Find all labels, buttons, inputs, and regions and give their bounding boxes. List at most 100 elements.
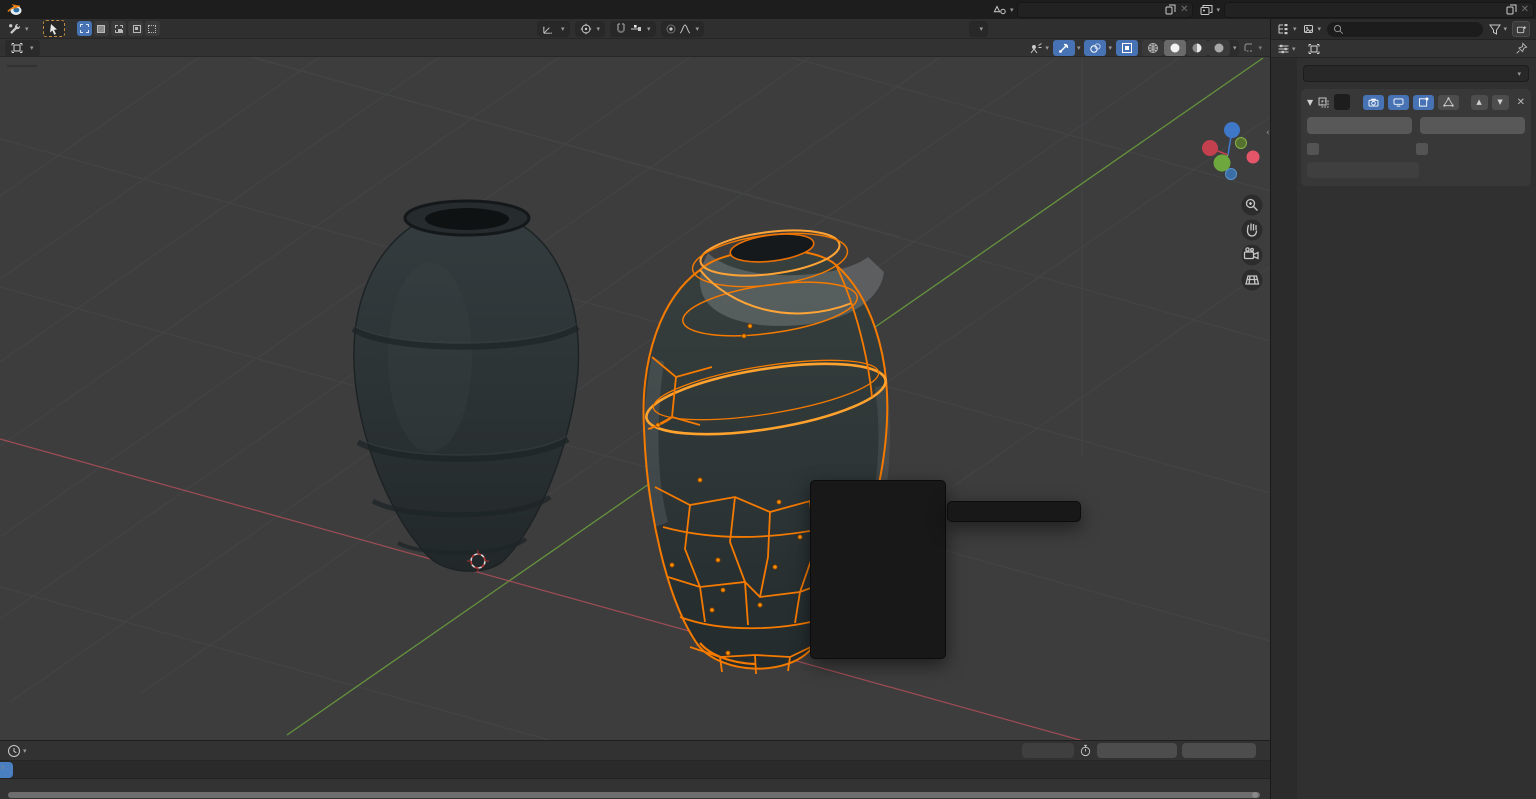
add-modifier-dropdown[interactable]: ▾ (1303, 65, 1529, 82)
active-tool-cursor-icon (49, 23, 59, 35)
snap-controls[interactable]: ▾ (610, 21, 656, 37)
view-layer-name-field[interactable]: ✕ (1224, 2, 1534, 18)
viewport-3d[interactable]: ‹ (0, 57, 1270, 740)
gizmo-x-neg[interactable] (1247, 151, 1260, 164)
sharp-edges-checkbox[interactable] (1416, 143, 1428, 155)
modifier-panel: ▼ ▲ ▼ ✕ (1301, 89, 1531, 186)
shading-rendered-button[interactable] (1208, 40, 1230, 56)
modifier-editmode-toggle[interactable] (1413, 95, 1434, 110)
orientation-caret: ▾ (561, 25, 565, 33)
show-gizmo-dropdown[interactable]: ▾ (1029, 42, 1049, 54)
edge-angle-checkbox[interactable] (1307, 143, 1319, 155)
transform-orientation-dropdown[interactable]: ▾ (537, 21, 570, 37)
blender-window: ▾ ✕ ▾ ✕ ▾ (0, 0, 1536, 799)
zoom-button[interactable] (1242, 195, 1263, 216)
view-layer-browse-caret[interactable]: ▾ (1216, 6, 1220, 14)
render-toggle-icon (1368, 98, 1379, 107)
gizmo-z-neg[interactable] (1226, 169, 1237, 180)
blender-logo-icon[interactable] (7, 3, 23, 17)
overlays-caret[interactable]: ▾ (1108, 44, 1112, 52)
use-preview-range-icon[interactable] (1079, 744, 1092, 757)
timeline-editor-type-icon[interactable] (7, 744, 21, 758)
modifier-cage-toggle[interactable] (1438, 95, 1459, 110)
timeline-expand-arrow[interactable]: › (1, 763, 5, 773)
shading-wireframe-button[interactable] (1142, 40, 1164, 56)
modifier-expand-arrow[interactable]: ▼ (1307, 98, 1313, 107)
timeline-ruler[interactable] (0, 761, 1270, 779)
view-layer-copy-icon[interactable] (1506, 4, 1517, 15)
options-dropdown[interactable]: ▾ (969, 21, 988, 37)
outliner-scope-dropdown[interactable]: ▾ (1303, 23, 1322, 35)
pin-icon[interactable] (1515, 42, 1528, 55)
frame-end-field[interactable] (1182, 743, 1256, 758)
viewport-toolbar (7, 65, 37, 67)
scene-new-copy-icon[interactable] (1165, 4, 1176, 15)
tool-settings-bar: ▾ ▾ ▾ (0, 19, 1270, 39)
right-panel: ▾ ▾ ▾ ▾ (1270, 0, 1536, 799)
render-pass-caret: ▾ (1258, 44, 1262, 52)
snap-caret: ▾ (647, 25, 651, 33)
solid-icon (1169, 42, 1181, 54)
overlays-toggle[interactable] (1084, 40, 1106, 56)
mode-dropdown[interactable]: ▾ (5, 40, 40, 56)
modifier-delete-button[interactable]: ✕ (1517, 97, 1525, 108)
gizmo-z-axis[interactable] (1224, 122, 1240, 138)
snap-magnet-icon[interactable] (615, 23, 627, 35)
copy-button[interactable] (1420, 117, 1525, 134)
object-mode-icon (11, 42, 23, 54)
editor-type-caret[interactable]: ▾ (25, 25, 29, 33)
editor-type-icon[interactable] (6, 22, 23, 35)
modifier-render-toggle[interactable] (1363, 95, 1384, 110)
proportional-editing-icon[interactable] (666, 24, 676, 34)
view-layer-remove-icon[interactable]: ✕ (1521, 4, 1529, 15)
proportional-editing-controls[interactable]: ▾ (661, 21, 705, 37)
timeline-editor-caret[interactable]: ▾ (23, 747, 27, 755)
visibility-icon (1029, 42, 1043, 54)
orientation-icon (542, 24, 553, 35)
select-mode-extend[interactable] (94, 21, 109, 36)
outliner-filter-dropdown[interactable]: ▾ (1489, 24, 1507, 35)
properties-editor-icon (1277, 43, 1290, 55)
make-links-menu (810, 480, 946, 659)
gizmos-toggle[interactable] (1053, 40, 1075, 56)
modifier-move-up-button[interactable]: ▲ (1471, 95, 1488, 110)
gizmos-icon (1058, 42, 1070, 54)
timeline-track[interactable] (0, 779, 1270, 790)
shading-caret[interactable]: ▾ (1233, 44, 1237, 52)
outliner-search-input[interactable] (1327, 22, 1483, 37)
frame-start-field[interactable] (1097, 743, 1177, 758)
wireframe-icon (1147, 42, 1159, 54)
render-pass-dropdown[interactable]: ▾ (1243, 42, 1262, 54)
shading-material-button[interactable] (1186, 40, 1208, 56)
shading-solid-button[interactable] (1164, 40, 1186, 56)
select-mode-invert[interactable] (128, 21, 143, 36)
select-mode-subtract[interactable] (111, 21, 126, 36)
timeline-scrollbar[interactable] (8, 792, 1260, 798)
outliner-display-mode-dropdown[interactable]: ▾ (1277, 23, 1297, 36)
scrollbar-knob[interactable] (1252, 792, 1258, 798)
gizmo-x-axis[interactable] (1202, 140, 1218, 156)
current-frame-field[interactable] (1022, 743, 1074, 758)
apply-button[interactable] (1307, 117, 1412, 134)
pivot-point-dropdown[interactable]: ▾ (575, 21, 606, 37)
scene-unlink-icon[interactable]: ✕ (1180, 4, 1188, 15)
select-mode-intersect[interactable] (145, 21, 160, 36)
view-layer-browse-icon[interactable] (1199, 4, 1214, 16)
gizmo-y-neg[interactable] (1236, 138, 1247, 149)
pivot-caret: ▾ (597, 25, 601, 33)
pan-button[interactable] (1242, 220, 1263, 241)
new-collection-button[interactable] (1512, 21, 1530, 37)
scene-browse-icon[interactable] (992, 4, 1008, 16)
select-mode-set[interactable] (77, 21, 92, 36)
properties-editor-type-dropdown[interactable]: ▾ (1277, 43, 1296, 55)
viewport-scene: ‹ (0, 57, 1270, 740)
split-angle-slider[interactable] (1307, 162, 1419, 178)
scene-browse-caret[interactable]: ▾ (1010, 6, 1014, 14)
gizmos-caret[interactable]: ▾ (1077, 44, 1081, 52)
xray-toggle[interactable] (1116, 40, 1138, 56)
modifier-realtime-toggle[interactable] (1388, 95, 1409, 110)
modifier-name-field[interactable] (1334, 94, 1350, 110)
active-tool-button[interactable] (43, 20, 65, 37)
scene-name-field[interactable]: ✕ (1017, 2, 1193, 18)
modifier-move-down-button[interactable]: ▼ (1492, 95, 1509, 110)
